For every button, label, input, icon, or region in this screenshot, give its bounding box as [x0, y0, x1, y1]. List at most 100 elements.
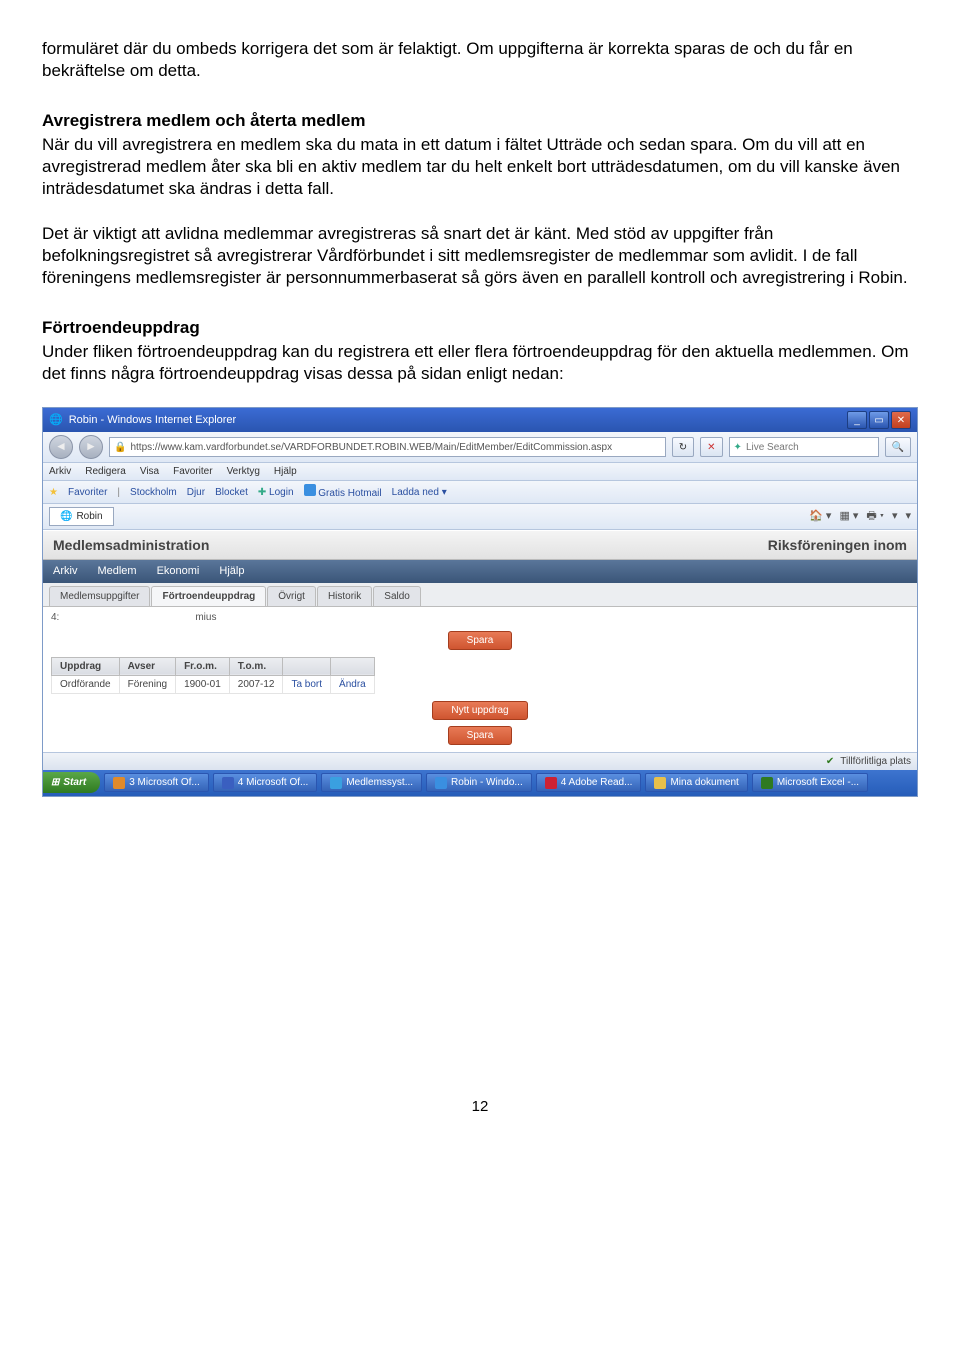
app-header: Medlemsadministration Riksföreningen ino… [43, 530, 917, 560]
fav-blocket[interactable]: Blocket [215, 486, 248, 499]
tab-label: Robin [76, 510, 102, 523]
search-box[interactable]: ✦ Live Search [729, 437, 879, 457]
fav-hotmail[interactable]: Gratis Hotmail [304, 484, 382, 500]
home-button[interactable]: 🏠 ▾ [809, 509, 831, 523]
plus-icon: ✚ [258, 487, 266, 498]
folder-icon [654, 777, 666, 789]
app-menu-medlem[interactable]: Medlem [97, 564, 136, 578]
adobe-icon [545, 777, 557, 789]
word-icon [222, 777, 234, 789]
refresh-icon: ↻ [679, 441, 687, 454]
browser-tab-robin[interactable]: 🌐 Robin [49, 507, 114, 526]
minimize-button[interactable]: _ [847, 411, 867, 429]
menu-hjalp[interactable]: Hjälp [274, 465, 297, 478]
fav-login[interactable]: ✚ Login [258, 486, 294, 499]
start-button[interactable]: ⊞ Start [43, 772, 100, 793]
page-number: 12 [42, 1097, 918, 1117]
menu-favoriter[interactable]: Favoriter [173, 465, 212, 478]
save-button-bottom[interactable]: Spara [448, 726, 513, 745]
app-content: 4: mius Spara Uppdrag Avser Fr.o.m. T.o.… [43, 607, 917, 752]
browser-status-bar: ✔ Tillförlitliga plats [43, 752, 917, 770]
menu-arkiv[interactable]: Arkiv [49, 465, 71, 478]
menu-verktyg[interactable]: Verktyg [227, 465, 260, 478]
save-button-top[interactable]: Spara [448, 631, 513, 650]
stop-button[interactable]: ✕ [700, 437, 722, 457]
window-titlebar: 🌐 Robin - Windows Internet Explorer _ ▭ … [43, 408, 917, 432]
commissions-table: Uppdrag Avser Fr.o.m. T.o.m. Ordförande … [51, 657, 375, 694]
section-avregistrera-p1: När du vill avregistrera en medlem ska d… [42, 134, 918, 200]
task-adobe[interactable]: 4 Adobe Read... [536, 773, 642, 792]
section-avregistrera-title: Avregistrera medlem och återta medlem [42, 110, 918, 132]
browser-menu-bar: Arkiv Redigera Visa Favoriter Verktyg Hj… [43, 463, 917, 481]
maximize-button[interactable]: ▭ [869, 411, 889, 429]
remove-link[interactable]: Ta bort [291, 679, 322, 690]
favorites-label: Favoriter [68, 486, 107, 499]
tab-historik[interactable]: Historik [317, 586, 372, 606]
hotmail-icon [304, 484, 316, 496]
forward-button[interactable]: ► [79, 435, 103, 459]
table-row: Ordförande Förening 1900-01 2007-12 Ta b… [52, 675, 375, 693]
search-provider-icon: ✦ [734, 441, 742, 454]
col-edit [331, 657, 375, 675]
address-bar[interactable]: 🔒 https://www.kam.vardforbundet.se/VARDF… [109, 437, 666, 457]
trusted-site-icon: ✔ [826, 755, 834, 768]
task-medlemssyst[interactable]: Medlemssyst... [321, 773, 422, 792]
menu-visa[interactable]: Visa [140, 465, 159, 478]
app-subtabs: Medlemsuppgifter Förtroendeuppdrag Övrig… [43, 583, 917, 607]
app-menu-arkiv[interactable]: Arkiv [53, 564, 77, 578]
office-icon [113, 777, 125, 789]
refresh-button[interactable]: ↻ [672, 437, 694, 457]
tab-ovrigt[interactable]: Övrigt [267, 586, 316, 606]
tools-menu-button[interactable]: ▾ [905, 509, 911, 523]
print-button[interactable]: 🖶 ▾ [866, 509, 884, 523]
fav-stockholm[interactable]: Stockholm [130, 486, 177, 499]
favorites-star-icon[interactable]: ★ [49, 486, 58, 499]
ie-icon: 🌐 [49, 413, 63, 427]
app-menu-bar: Arkiv Medlem Ekonomi Hjälp [43, 560, 917, 582]
intro-paragraph: formuläret där du ombeds korrigera det s… [42, 38, 918, 82]
search-go-button[interactable]: 🔍 [885, 437, 911, 457]
task-office-2[interactable]: 4 Microsoft Of... [213, 773, 318, 792]
record-number-prefix: 4: [51, 611, 59, 624]
feeds-button[interactable]: ▦ ▾ [839, 509, 858, 523]
task-robin[interactable]: Robin - Windo... [426, 773, 532, 792]
fav-ladda-ned[interactable]: Ladda ned ▾ [392, 486, 447, 499]
app-menu-hjalp[interactable]: Hjälp [219, 564, 244, 578]
cell-tom: 2007-12 [229, 675, 283, 693]
cell-uppdrag: Ordförande [52, 675, 120, 693]
edit-link[interactable]: Ändra [339, 679, 366, 690]
new-commission-button[interactable]: Nytt uppdrag [432, 701, 527, 720]
lock-icon: 🔒 [114, 441, 126, 454]
back-button[interactable]: ◄ [49, 435, 73, 459]
task-excel[interactable]: Microsoft Excel -... [752, 773, 868, 792]
menu-redigera[interactable]: Redigera [85, 465, 126, 478]
task-documents[interactable]: Mina dokument [645, 773, 747, 792]
fav-djur[interactable]: Djur [187, 486, 205, 499]
ie-task-icon [435, 777, 447, 789]
close-button[interactable]: ✕ [891, 411, 911, 429]
tab-fortroendeuppdrag[interactable]: Förtroendeuppdrag [151, 586, 266, 606]
windows-logo-icon: ⊞ [51, 776, 59, 789]
app-menu-ekonomi[interactable]: Ekonomi [157, 564, 200, 578]
app-icon [330, 777, 342, 789]
windows-taskbar: ⊞ Start 3 Microsoft Of... 4 Microsoft Of… [43, 770, 917, 796]
favorites-bar: ★ Favoriter | Stockholm Djur Blocket ✚ L… [43, 481, 917, 504]
excel-icon [761, 777, 773, 789]
window-title: Robin - Windows Internet Explorer [69, 413, 237, 427]
task-office-1[interactable]: 3 Microsoft Of... [104, 773, 209, 792]
col-tom: T.o.m. [229, 657, 283, 675]
tab-medlemsuppgifter[interactable]: Medlemsuppgifter [49, 586, 150, 606]
browser-screenshot: 🌐 Robin - Windows Internet Explorer _ ▭ … [42, 407, 918, 796]
address-bar-row: ◄ ► 🔒 https://www.kam.vardforbundet.se/V… [43, 432, 917, 463]
col-remove [283, 657, 331, 675]
col-avser: Avser [119, 657, 175, 675]
page-menu-button[interactable]: ▾ [892, 509, 898, 523]
col-uppdrag: Uppdrag [52, 657, 120, 675]
app-title: Medlemsadministration [53, 536, 209, 554]
section-fortroendeuppdrag-p1: Under fliken förtroendeuppdrag kan du re… [42, 341, 918, 385]
app-header-right: Riksföreningen inom [768, 536, 907, 554]
page-icon: 🌐 [60, 510, 72, 523]
section-avregistrera-p2: Det är viktigt att avlidna medlemmar avr… [42, 223, 918, 289]
tab-saldo[interactable]: Saldo [373, 586, 421, 606]
section-fortroendeuppdrag-title: Förtroendeuppdrag [42, 317, 918, 339]
